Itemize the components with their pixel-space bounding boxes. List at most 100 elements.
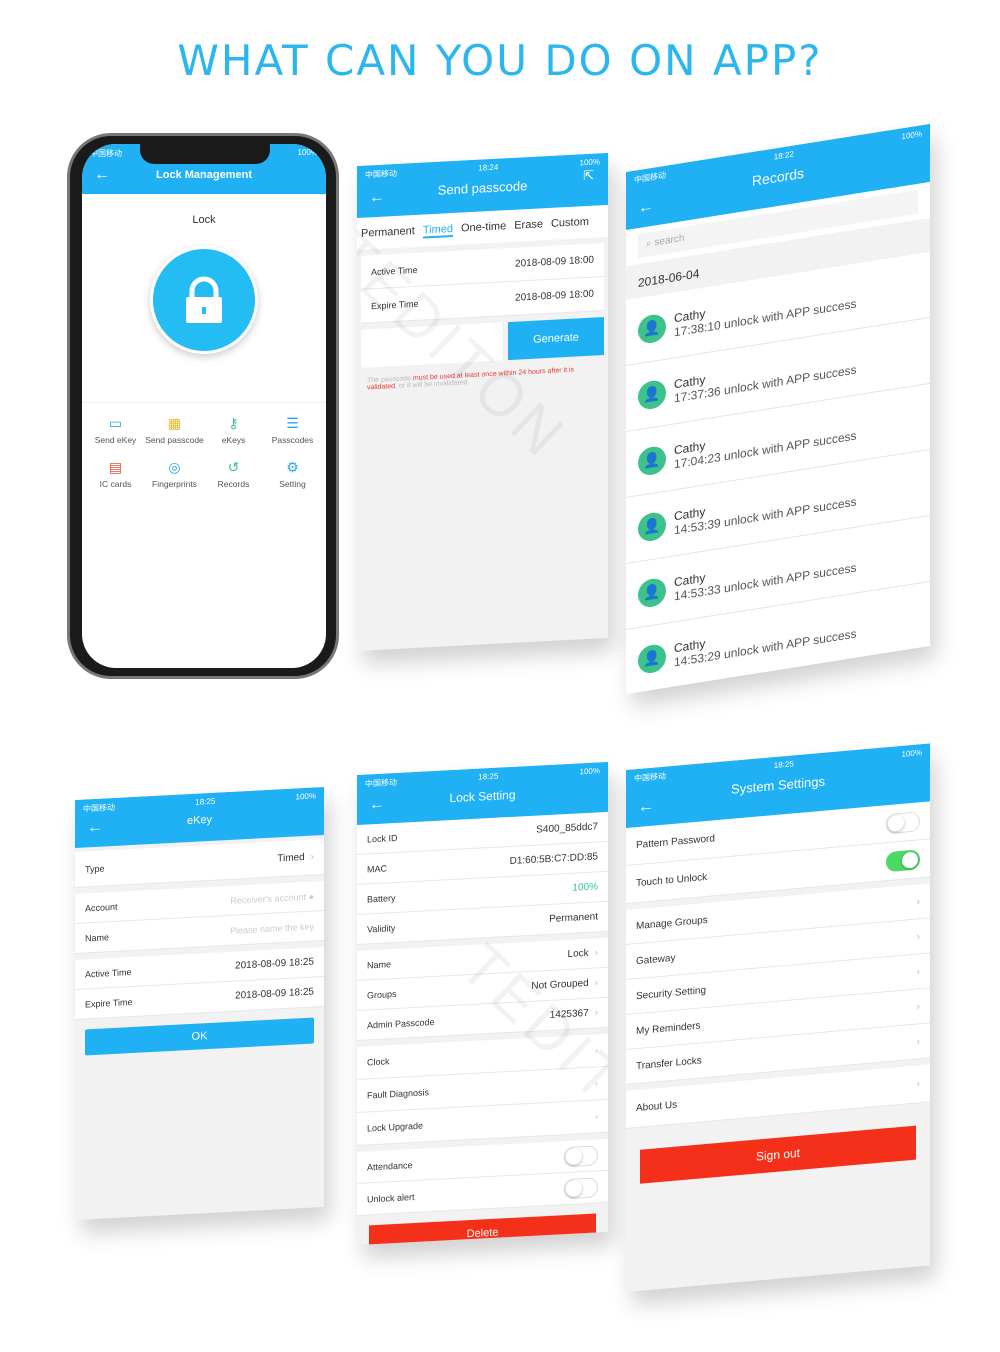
name-input[interactable]: Please name the key	[230, 921, 314, 935]
battery-status: 100%	[579, 766, 600, 777]
records-screen: 中国移动 18:22 100% ← Records ⌕ search 2018-06…	[626, 123, 930, 694]
tab-custom[interactable]: Custom	[551, 216, 589, 232]
chevron-right-icon: ›	[916, 1000, 920, 1013]
row-label: Groups	[367, 988, 397, 1000]
feature-card[interactable]: ▤ IC cards	[86, 459, 145, 489]
fingerprint-icon: ◎	[168, 459, 181, 475]
row-label: Clock	[367, 1056, 390, 1068]
back-arrow-icon[interactable]: ←	[638, 798, 654, 817]
expire-time-value[interactable]: 2018-08-09 18:25	[235, 986, 314, 1001]
clock: 18:25	[773, 759, 794, 771]
card-icon: ▤	[108, 459, 123, 475]
user-avatar-icon: 👤	[638, 576, 666, 609]
feature-label: eKeys	[221, 435, 246, 445]
tab-timed[interactable]: Timed	[422, 222, 453, 239]
tab-permanent[interactable]: Permanent	[361, 225, 415, 242]
feature-label: Records	[217, 479, 250, 489]
chevron-right-icon: ›	[595, 1045, 598, 1056]
toggle-switch[interactable]	[886, 810, 920, 834]
share-icon[interactable]: ⇱	[583, 168, 594, 185]
name-label: Name	[85, 931, 110, 943]
clock: 18:25	[195, 796, 216, 807]
user-avatar-icon: 👤	[638, 378, 666, 411]
user-avatar-icon: 👤	[638, 510, 666, 543]
tab-one-time[interactable]: One-time	[461, 220, 506, 236]
list-icon: ☰	[286, 415, 299, 431]
feature-grid: ▭ Send eKey ▦ Send passcode ⚷ eKeys ☰ Passcodes…	[82, 402, 326, 501]
ekey-screen: 中国移动 18:25 100% ← eKey Type Timed › Account R…	[75, 786, 324, 1220]
account-label: Account	[85, 901, 118, 913]
padlock-icon[interactable]	[150, 246, 258, 354]
expire-time-label: Expire Time	[85, 996, 133, 1009]
sign-out-button[interactable]: Sign out	[640, 1125, 916, 1184]
passcode-output-field[interactable]	[361, 322, 502, 368]
row-label: Battery	[367, 892, 396, 904]
toggle-switch[interactable]	[564, 1144, 598, 1167]
toggle-switch[interactable]	[564, 1176, 598, 1199]
lock-name: Lock	[192, 214, 216, 226]
feature-label: Setting	[279, 479, 306, 489]
back-arrow-icon[interactable]: ←	[638, 198, 654, 219]
chevron-right-icon: ›	[594, 1007, 598, 1019]
system-settings-screen: 中国移动 18:25 100% ← System Settings Pattern …	[626, 743, 930, 1292]
account-input[interactable]: Receiver's account ●	[230, 891, 314, 905]
row-label: Transfer Locks	[636, 1054, 702, 1072]
row-value: Lock	[567, 947, 589, 960]
headline: WHAT CAN YOU DO ON APP?	[177, 36, 823, 85]
chevron-right-icon: ›	[594, 977, 598, 989]
back-arrow-icon[interactable]: ←	[369, 189, 385, 208]
lock-setting-screen: 中国移动 18:25 100% ← Lock Setting Lock ID S400…	[357, 761, 608, 1245]
active-time-label: Active Time	[85, 966, 132, 979]
back-arrow-icon[interactable]: ←	[94, 166, 110, 184]
row-label: Fault Diagnosis	[367, 1087, 430, 1101]
toggle-switch[interactable]	[886, 848, 920, 872]
user-avatar-icon: 👤	[638, 444, 666, 477]
back-arrow-icon[interactable]: ←	[369, 796, 385, 815]
lock-settings-list: Lock ID S400_85ddc7 MAC D1:60:5B:C7:DD:85 Ba…	[357, 811, 608, 1245]
phone-frame: 中国移动 100% ← Lock Management Lock ▭ Send eK…	[67, 133, 339, 679]
battery-status: 100%	[295, 791, 316, 802]
history-icon: ↺	[227, 459, 240, 475]
row-value: D1:60:5B:C7:DD:85	[509, 851, 598, 868]
chevron-right-icon: ›	[916, 930, 920, 943]
feature-history[interactable]: ↺ Records	[204, 459, 263, 489]
contact-icon: ●	[308, 890, 314, 902]
row-label: Name	[367, 958, 392, 970]
feature-fingerprint[interactable]: ◎ Fingerprints	[145, 459, 204, 489]
calculator-icon: ▦	[167, 415, 182, 431]
chevron-right-icon: ›	[916, 895, 920, 908]
generate-button[interactable]: Generate	[508, 317, 604, 361]
lock-management-screen: 中国移动 100% ← Lock Management Lock ▭ Send eK…	[82, 144, 326, 668]
send-passcode-screen: 中国移动 18:24 100% ← ⇱ Send passcode Permanen…	[357, 152, 608, 651]
chevron-right-icon: ›	[595, 1111, 598, 1122]
row-label: My Reminders	[636, 1019, 701, 1037]
row-label: Gateway	[636, 952, 676, 967]
row-value: 100%	[572, 881, 598, 894]
battery-status: 100%	[901, 748, 922, 759]
row-label: Security Setting	[636, 984, 707, 1002]
feature-ekey-card[interactable]: ▭ Send eKey	[86, 415, 145, 445]
back-arrow-icon[interactable]: ←	[87, 819, 103, 838]
feature-list[interactable]: ☰ Passcodes	[263, 415, 322, 445]
row-label: Manage Groups	[636, 914, 708, 932]
row-label: Pattern Password	[636, 833, 715, 852]
feature-calculator[interactable]: ▦ Send passcode	[145, 415, 204, 445]
gear-icon: ⚙	[286, 459, 299, 475]
expire-time-label: Expire Time	[371, 298, 419, 311]
ok-button[interactable]: OK	[85, 1017, 314, 1056]
active-time-value[interactable]: 2018-08-09 18:00	[515, 255, 594, 270]
row-label: Lock Upgrade	[367, 1120, 424, 1134]
carrier: 中国移动	[365, 168, 397, 180]
feature-gear[interactable]: ⚙ Setting	[263, 459, 322, 489]
active-time-value[interactable]: 2018-08-09 18:25	[235, 956, 314, 971]
feature-label: Passcodes	[271, 435, 314, 445]
row-label: Lock ID	[367, 832, 398, 844]
expire-time-value[interactable]: 2018-08-09 18:00	[515, 289, 594, 304]
carrier: 中国移动	[90, 149, 122, 158]
row-label: Touch to Unlock	[636, 871, 708, 890]
delete-button[interactable]: Delete	[369, 1213, 596, 1245]
feature-label: IC cards	[99, 479, 132, 489]
feature-keys[interactable]: ⚷ eKeys	[204, 415, 263, 445]
passcode-note: The passcode must be used at least once …	[367, 366, 575, 392]
tab-erase[interactable]: Erase	[514, 218, 543, 234]
